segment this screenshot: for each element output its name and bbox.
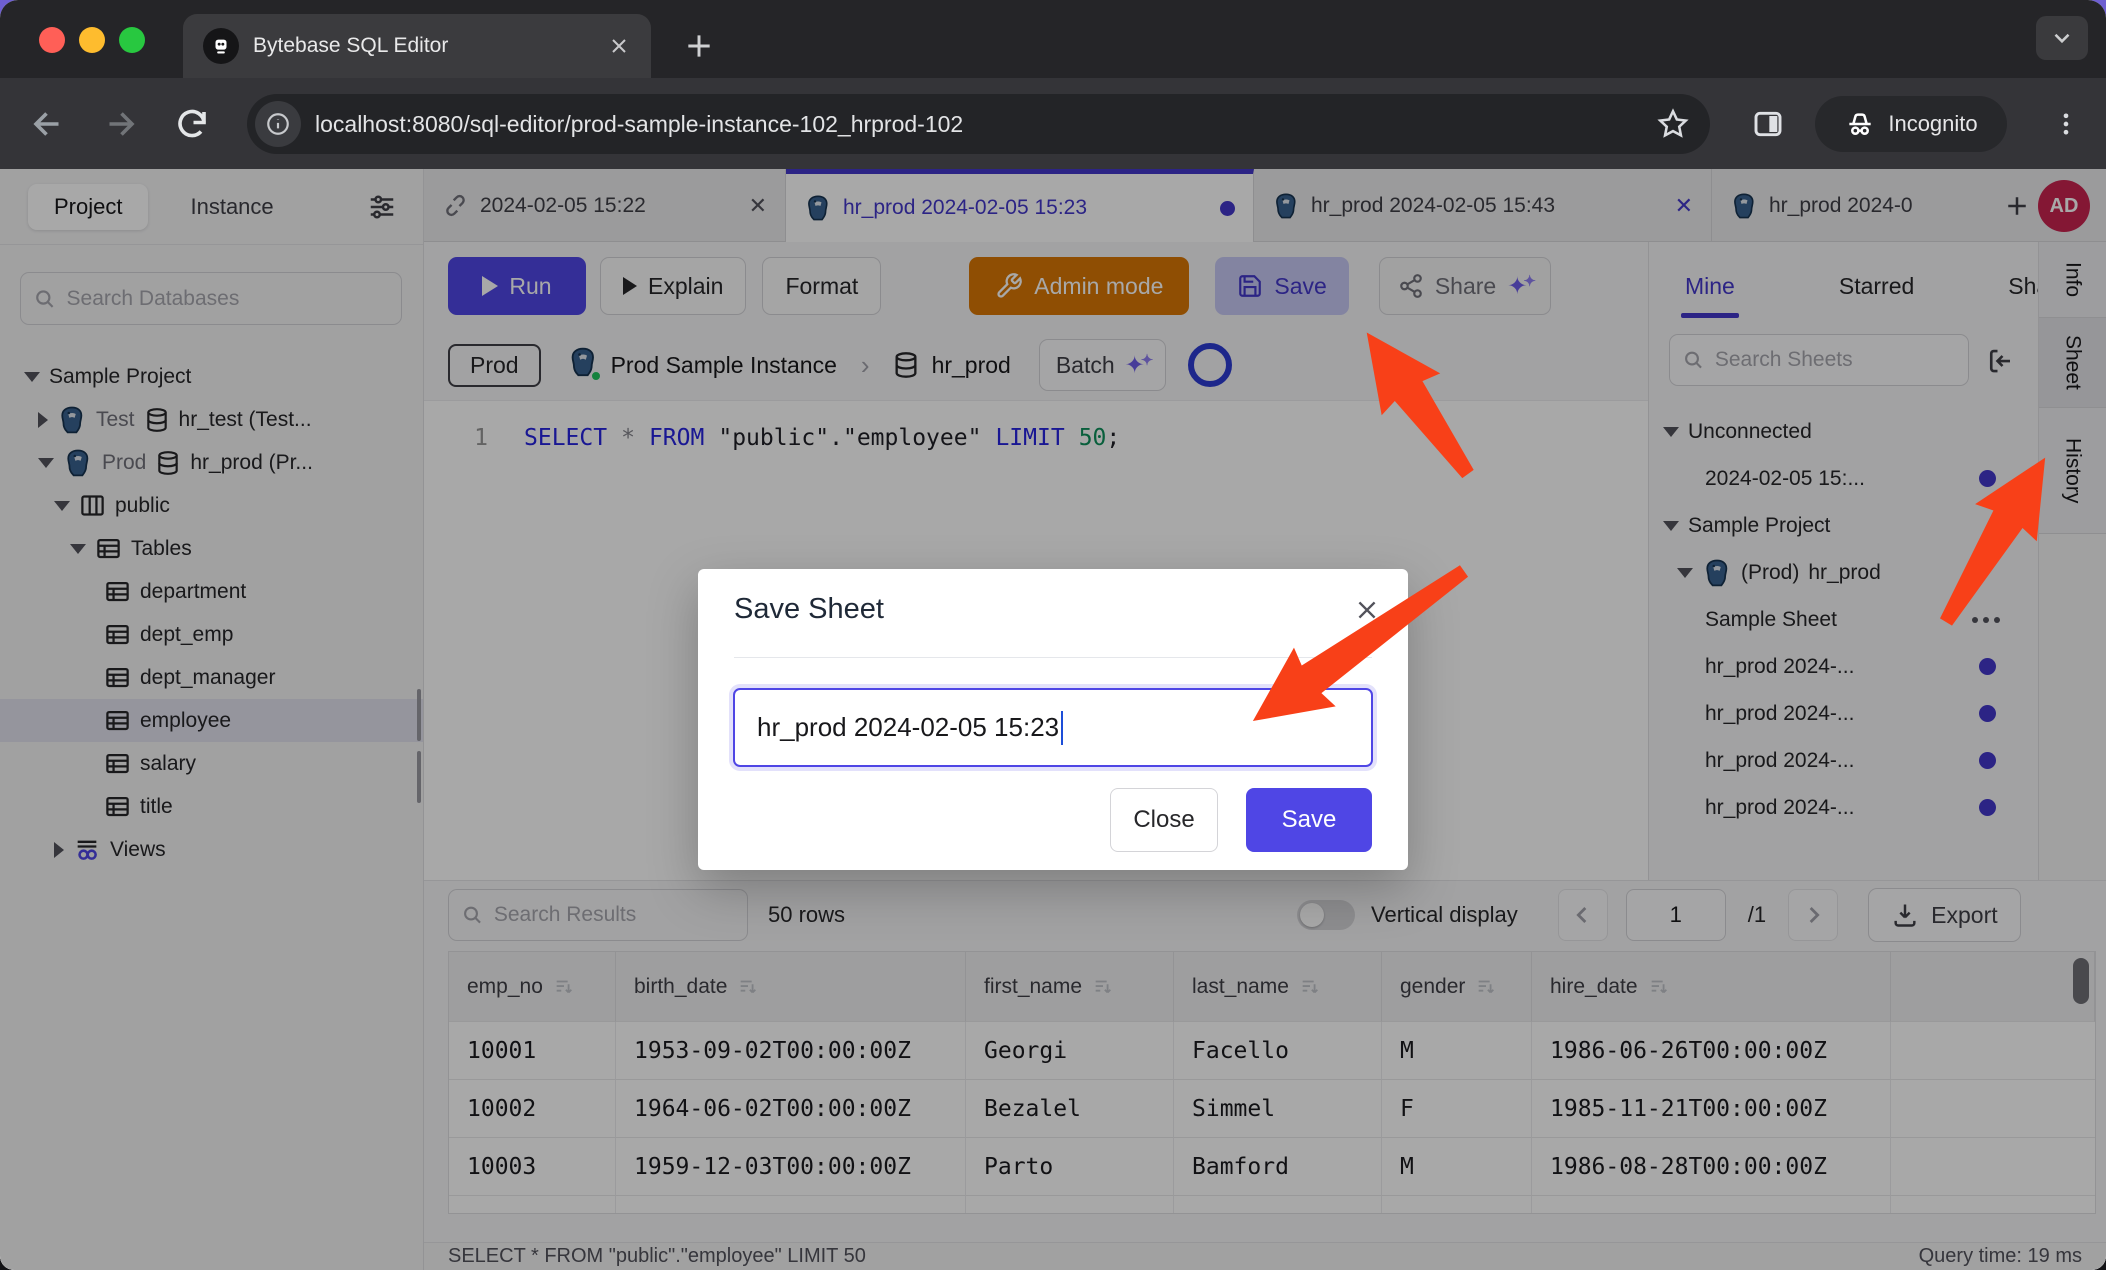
chrome-menu-icon[interactable] <box>2052 110 2080 138</box>
address-bar[interactable]: localhost:8080/sql-editor/prod-sample-in… <box>247 94 1710 154</box>
reload-icon[interactable] <box>174 106 210 142</box>
dialog-save-button[interactable]: Save <box>1246 788 1372 852</box>
close-tab-icon[interactable] <box>607 34 631 58</box>
browser-tab[interactable]: Bytebase SQL Editor <box>183 14 651 78</box>
browser-window: Bytebase SQL Editor localhost:8080/sql-e… <box>0 0 2106 1270</box>
browser-tab-title: Bytebase SQL Editor <box>253 34 607 58</box>
close-window-button[interactable] <box>39 27 65 53</box>
divider <box>734 657 1372 658</box>
browser-toolbar: localhost:8080/sql-editor/prod-sample-in… <box>0 78 2106 169</box>
tab-search-button[interactable] <box>2036 16 2088 60</box>
url-text: localhost:8080/sql-editor/prod-sample-in… <box>315 111 1656 138</box>
browser-tab-strip: Bytebase SQL Editor <box>0 0 2106 78</box>
text-cursor <box>1061 711 1063 745</box>
back-icon[interactable] <box>30 106 66 142</box>
incognito-icon <box>1844 108 1876 140</box>
minimize-window-button[interactable] <box>79 27 105 53</box>
incognito-label: Incognito <box>1888 111 1977 137</box>
forward-icon[interactable] <box>102 106 138 142</box>
incognito-badge: Incognito <box>1815 96 2007 152</box>
sheet-name-input[interactable]: hr_prod 2024-02-05 15:23 <box>733 688 1373 767</box>
bookmark-star-icon[interactable] <box>1656 107 1690 141</box>
close-dialog-icon[interactable] <box>1354 597 1380 623</box>
maximize-window-button[interactable] <box>119 27 145 53</box>
new-tab-button[interactable] <box>683 30 715 62</box>
close-button[interactable]: Close <box>1110 788 1218 852</box>
save-sheet-dialog: Save Sheet hr_prod 2024-02-05 15:23 Clos… <box>698 569 1408 870</box>
sheet-name-value: hr_prod 2024-02-05 15:23 <box>757 712 1059 743</box>
dialog-title: Save Sheet <box>734 593 884 626</box>
side-panel-icon[interactable] <box>1752 108 1784 140</box>
site-info-icon[interactable] <box>255 101 301 147</box>
bytebase-favicon-icon <box>203 28 239 64</box>
